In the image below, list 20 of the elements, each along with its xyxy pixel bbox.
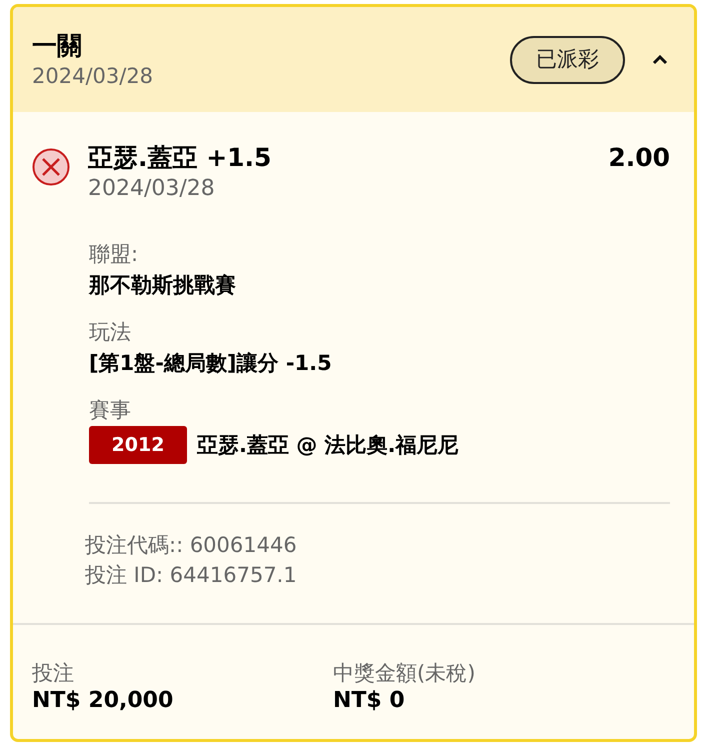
field-value: 亞瑟.蓋亞 @ 法比奧.福尼尼	[197, 432, 459, 459]
odds-value: 2.00	[608, 142, 670, 174]
field-value: 那不勒斯挑戰賽	[89, 272, 236, 299]
field-label: 賽事	[89, 397, 132, 424]
amount-value: NT$ 20,000	[32, 687, 174, 715]
field-label: 玩法	[89, 319, 132, 346]
status-badge: 已派彩	[510, 36, 625, 84]
field-value: [第1盤-總局數]讓分 -1.5	[89, 350, 332, 377]
bet-reference: 投注 ID: 64416757.1	[85, 562, 298, 589]
amount-label: 投注	[32, 660, 75, 687]
selection-date: 2024/03/28	[88, 175, 216, 203]
event-code-badge: 2012	[89, 426, 187, 464]
chevron-icon	[652, 54, 668, 64]
bet-reference: 投注代碼:: 60061446	[85, 532, 298, 559]
bet-title: 一關	[32, 30, 83, 62]
bet-date: 2024/03/28	[32, 62, 154, 90]
amount-label: 中獎金額(未稅)	[333, 660, 476, 687]
field-label: 聯盟:	[89, 241, 140, 268]
selection-name: 亞瑟.蓋亞 +1.5	[88, 142, 272, 174]
amount-value: NT$ 0	[333, 687, 406, 715]
